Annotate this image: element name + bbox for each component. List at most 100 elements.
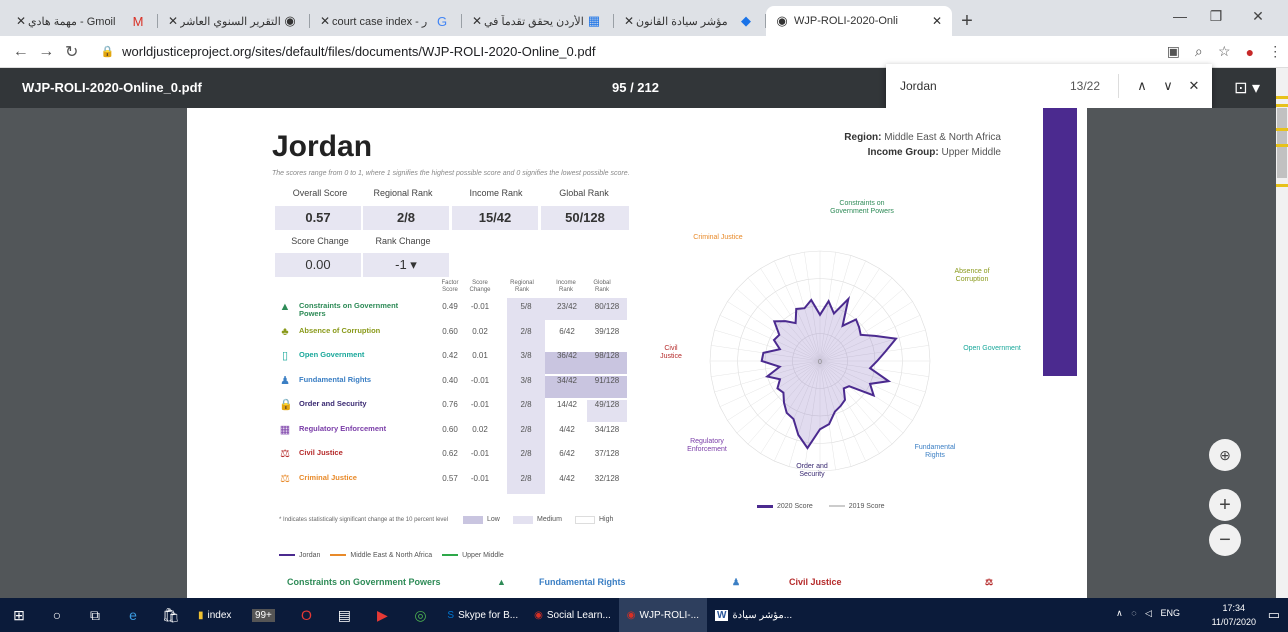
taskbar-app-index[interactable]: ▮ index xyxy=(190,598,239,632)
scrollbar[interactable] xyxy=(1276,68,1288,598)
tab-wjp-pdf[interactable]: ◉ WJP-ROLI-2020-Onli ✕ xyxy=(766,6,952,36)
factor-value: 4/42 xyxy=(559,424,575,434)
legend-line xyxy=(330,554,347,557)
find-previous-button[interactable]: ∧ xyxy=(1129,78,1155,94)
legend-medium: Medium xyxy=(537,516,562,523)
taskbar-app-social[interactable]: ◉ Social Learn... xyxy=(526,598,619,632)
maximize-button[interactable]: ❐ xyxy=(1196,4,1236,28)
taskbar-app-wjp[interactable]: ◉ WJP-ROLI-... xyxy=(618,598,707,632)
find-input[interactable] xyxy=(900,79,1050,93)
factor-value: 0.60 xyxy=(442,424,458,434)
minimize-button[interactable]: — xyxy=(1160,4,1200,28)
language-indicator: ENG xyxy=(1160,608,1180,618)
find-close-button[interactable]: ✕ xyxy=(1181,78,1207,94)
factor-value: 80/128 xyxy=(594,302,620,311)
chrome-icon[interactable]: ◎ xyxy=(401,598,439,632)
windows-start-icon[interactable]: ⊞ xyxy=(0,598,38,632)
factor-value: 0.49 xyxy=(442,302,458,311)
factor-value: 2/8 xyxy=(520,326,532,336)
taskbar: ⊞ ○ ⧉ e 🛍 ▮ index 99+ O ▤ ▶ ◎ S Skype for … xyxy=(0,598,1288,632)
region-label: Region: xyxy=(844,132,882,143)
section-constraints: Constraints on Government Powers xyxy=(287,577,441,587)
close-window-button[interactable]: ✕ xyxy=(1238,4,1278,28)
close-icon[interactable]: ✕ xyxy=(318,14,332,28)
news-icon: ▦ xyxy=(587,13,601,28)
gmail-icon: M xyxy=(132,13,144,29)
factor-value: 5/8 xyxy=(520,302,532,311)
section-civil-icon: ⚖ xyxy=(985,577,994,587)
factor-value: 34/128 xyxy=(594,424,620,434)
menu-icon[interactable]: ⋮ xyxy=(1263,43,1288,60)
word-icon: W xyxy=(714,609,729,621)
find-match-marker xyxy=(1276,144,1288,147)
factor-value: 2/8 xyxy=(520,449,532,458)
factor-value: 2/8 xyxy=(520,424,532,434)
section-constraints-icon: ▲ xyxy=(497,577,506,587)
edge-icon[interactable]: e xyxy=(114,598,152,632)
reload-icon[interactable]: ↻ xyxy=(59,42,84,62)
taskbar-app-label: Social Learn... xyxy=(546,609,611,621)
download-icon[interactable]: ⊡ ▾ xyxy=(1234,78,1260,98)
tab-jordan-progress[interactable]: ✕ الأردن يحقق تقدماً في ▦ xyxy=(462,6,614,36)
opera-icon[interactable]: O xyxy=(287,598,325,632)
factor-name: Open Government xyxy=(299,350,365,359)
close-icon[interactable]: ✕ xyxy=(930,14,944,28)
factor-value: 98/128 xyxy=(594,351,620,360)
globe-icon: ◉ xyxy=(284,13,296,28)
overall-score-label: Overall Score xyxy=(292,188,348,198)
close-icon[interactable]: ✕ xyxy=(470,14,484,28)
taskbar-app-skype[interactable]: S Skype for B... xyxy=(439,598,526,632)
find-next-button[interactable]: ∨ xyxy=(1155,78,1181,94)
back-icon[interactable]: ← xyxy=(8,43,33,61)
close-icon[interactable]: ✕ xyxy=(14,14,28,28)
col-header: Global Rank xyxy=(593,280,611,293)
find-count: 13/22 xyxy=(1069,79,1100,93)
taskbar-app-word[interactable]: W مؤشر سيادة... xyxy=(707,598,800,632)
url-text: worldjusticeproject.org/sites/default/fi… xyxy=(122,44,596,59)
legend-line xyxy=(828,505,845,508)
close-icon[interactable]: ✕ xyxy=(622,14,636,28)
tab-rule-of-law-index[interactable]: ✕ مؤشر سيادة القانون ◆ xyxy=(614,6,766,36)
zoom-out-button[interactable]: − xyxy=(1209,524,1241,556)
col-header: Income Rank xyxy=(556,280,576,293)
media-icon[interactable]: ▶ xyxy=(363,598,401,632)
factor-name: Criminal Justice xyxy=(299,472,357,482)
skype-icon: S xyxy=(447,609,455,621)
scrollbar-thumb[interactable] xyxy=(1277,108,1287,178)
factor-value: 34/42 xyxy=(556,375,578,385)
tab-gmail[interactable]: ✕ Gmoil - مهمة هادي M xyxy=(6,6,158,36)
factor-value: 6/42 xyxy=(559,449,575,458)
fit-page-button[interactable]: ⊕ xyxy=(1209,439,1241,471)
search-icon[interactable]: ○ xyxy=(38,598,76,632)
task-view-icon[interactable]: ⧉ xyxy=(76,598,114,632)
rank-change: -1 ▾ xyxy=(363,253,449,277)
pdf-viewer[interactable]: Jordan Region: Middle East & North Afric… xyxy=(0,108,1276,598)
new-tab-button[interactable]: + xyxy=(952,6,982,36)
tab-annual-report[interactable]: ✕ التقرير السنوي العاشر ◉ xyxy=(158,6,310,36)
tab-court-case-index[interactable]: ✕ court case index - ر G xyxy=(310,6,462,36)
factor-icon: ♟ xyxy=(280,374,290,387)
forward-icon[interactable]: → xyxy=(33,43,58,61)
clock[interactable]: 17:34 11/07/2020 xyxy=(1212,601,1256,629)
notification-icon[interactable]: ▭ xyxy=(1268,607,1280,623)
screenshot-icon[interactable]: ▣ xyxy=(1161,43,1186,60)
tab-label: WJP-ROLI-2020-Onli xyxy=(794,15,898,27)
zoom-in-button[interactable]: + xyxy=(1209,489,1241,521)
find-match-marker xyxy=(1276,104,1288,107)
factor-name: Constraints on Government Powers xyxy=(299,301,399,318)
store-icon[interactable]: 🛍 xyxy=(152,598,190,632)
avatar[interactable]: ● xyxy=(1237,44,1262,60)
mail-icon[interactable]: 99+ xyxy=(239,598,287,632)
factor-value: 0.76 xyxy=(442,400,458,409)
legend-swatch-low xyxy=(463,516,483,524)
close-icon[interactable]: ✕ xyxy=(166,14,180,28)
system-tray[interactable]: ∧ ◌ ◁ ENG xyxy=(1116,608,1180,619)
star-icon[interactable]: ☆ xyxy=(1212,43,1237,60)
factor-icon: ⚖ xyxy=(280,448,290,460)
factor-value: 37/128 xyxy=(594,449,620,458)
url-field[interactable]: 🔒 worldjusticeproject.org/sites/default/f… xyxy=(92,39,1160,65)
zoom-icon[interactable]: ⌕ xyxy=(1186,43,1211,60)
notepad-icon[interactable]: ▤ xyxy=(325,598,363,632)
income-value: Upper Middle xyxy=(941,147,1001,158)
factor-value: -0.01 xyxy=(470,302,490,311)
